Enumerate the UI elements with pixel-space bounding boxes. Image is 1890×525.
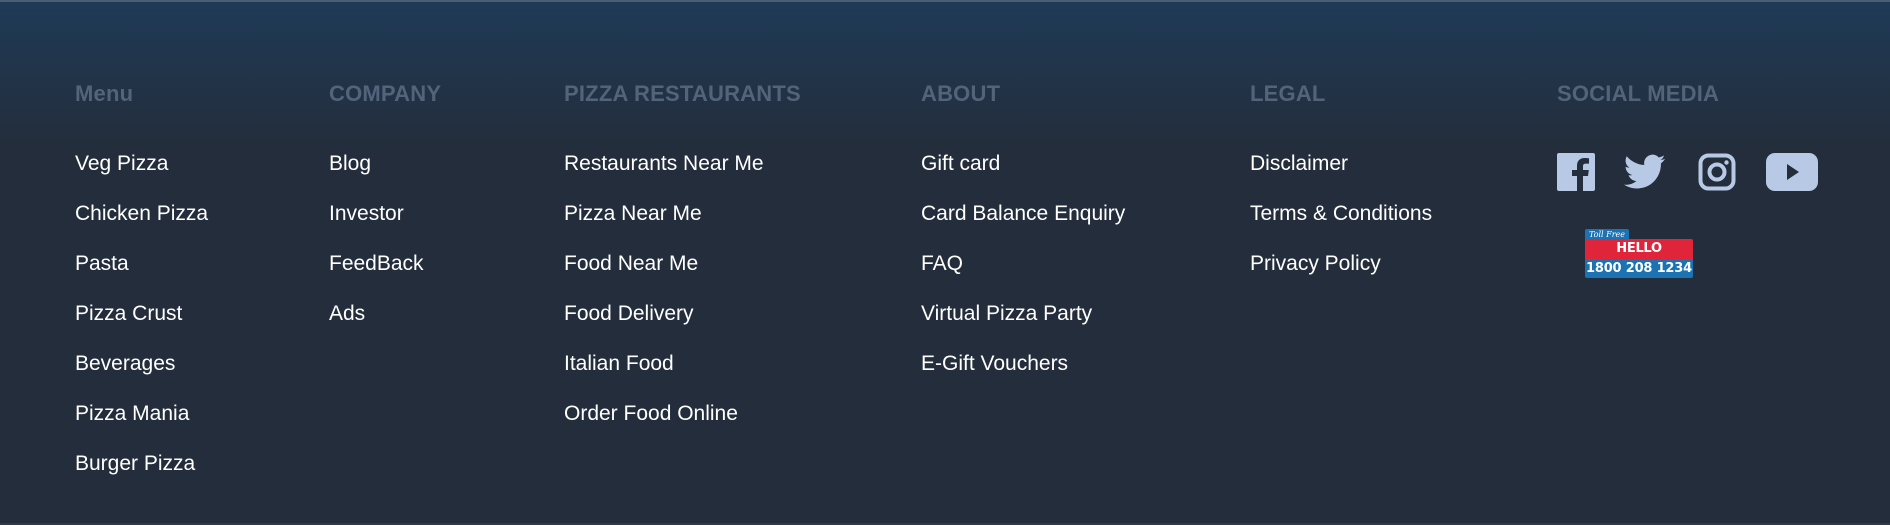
about-links: Gift card Card Balance Enquiry FAQ Virtu… — [921, 153, 1125, 403]
footer-link-beverages[interactable]: Beverages — [75, 353, 208, 403]
footer-column-about: ABOUT Gift card Card Balance Enquiry FAQ… — [921, 80, 1125, 403]
site-footer: Menu Veg Pizza Chicken Pizza Pasta Pizza… — [0, 0, 1890, 525]
footer-link-food-near-me[interactable]: Food Near Me — [564, 253, 801, 303]
legal-links: Disclaimer Terms & Conditions Privacy Po… — [1250, 153, 1432, 303]
facebook-icon[interactable] — [1557, 153, 1595, 191]
footer-link-disclaimer[interactable]: Disclaimer — [1250, 153, 1432, 203]
column-title-social-media: SOCIAL MEDIA — [1557, 81, 1720, 106]
youtube-icon[interactable] — [1766, 153, 1818, 191]
footer-link-ads[interactable]: Ads — [329, 303, 441, 353]
footer-link-restaurants-near-me[interactable]: Restaurants Near Me — [564, 153, 801, 203]
footer-link-pizza-crust[interactable]: Pizza Crust — [75, 303, 208, 353]
footer-column-pizza-restaurants: PIZZA RESTAURANTS Restaurants Near Me Pi… — [564, 80, 801, 453]
footer-link-burger-pizza[interactable]: Burger Pizza — [75, 453, 208, 503]
footer-link-gift-card[interactable]: Gift card — [921, 153, 1125, 203]
instagram-icon[interactable] — [1698, 153, 1736, 191]
footer-link-e-gift-vouchers[interactable]: E-Gift Vouchers — [921, 353, 1125, 403]
footer-link-italian-food[interactable]: Italian Food — [564, 353, 801, 403]
footer-link-pizza-mania[interactable]: Pizza Mania — [75, 403, 208, 453]
footer-link-privacy-policy[interactable]: Privacy Policy — [1250, 253, 1432, 303]
footer-link-veg-pizza[interactable]: Veg Pizza — [75, 153, 208, 203]
restaurant-links: Restaurants Near Me Pizza Near Me Food N… — [564, 153, 801, 453]
footer-column-company: COMPANY Blog Investor FeedBack Ads — [329, 80, 441, 353]
column-title-pizza-restaurants: PIZZA RESTAURANTS — [564, 81, 801, 106]
column-title-company: COMPANY — [329, 81, 442, 106]
footer-column-social-media: SOCIAL MEDIA Toll Free HELLO 1800 208 12… — [1557, 80, 1818, 278]
column-title-about: ABOUT — [921, 81, 1001, 106]
footer-column-legal: LEGAL Disclaimer Terms & Conditions Priv… — [1250, 80, 1432, 303]
column-title-legal: LEGAL — [1250, 81, 1326, 106]
footer-link-virtual-pizza-party[interactable]: Virtual Pizza Party — [921, 303, 1125, 353]
footer-link-investor[interactable]: Investor — [329, 203, 441, 253]
menu-links: Veg Pizza Chicken Pizza Pasta Pizza Crus… — [75, 153, 208, 503]
hello-dominos-badge: Toll Free HELLO DOMINO'S 1800 208 1234 — [1585, 229, 1693, 279]
column-title-menu: Menu — [75, 81, 134, 106]
footer-link-food-delivery[interactable]: Food Delivery — [564, 303, 801, 353]
footer-link-pasta[interactable]: Pasta — [75, 253, 208, 303]
footer-link-blog[interactable]: Blog — [329, 153, 441, 203]
hello-dominos-label: HELLO DOMINO'S — [1585, 239, 1693, 276]
footer-link-faq[interactable]: FAQ — [921, 253, 1125, 303]
footer-link-feedback[interactable]: FeedBack — [329, 253, 441, 303]
twitter-icon[interactable] — [1624, 154, 1666, 190]
footer-column-menu: Menu Veg Pizza Chicken Pizza Pasta Pizza… — [75, 80, 208, 503]
toll-free-number: 1800 208 1234 — [1585, 259, 1693, 278]
footer-link-terms-conditions[interactable]: Terms & Conditions — [1250, 203, 1432, 253]
footer-link-card-balance-enquiry[interactable]: Card Balance Enquiry — [921, 203, 1125, 253]
footer-link-order-food-online[interactable]: Order Food Online — [564, 403, 801, 453]
footer-link-pizza-near-me[interactable]: Pizza Near Me — [564, 203, 801, 253]
company-links: Blog Investor FeedBack Ads — [329, 153, 441, 353]
footer-link-chicken-pizza[interactable]: Chicken Pizza — [75, 203, 208, 253]
social-icons — [1557, 152, 1818, 192]
